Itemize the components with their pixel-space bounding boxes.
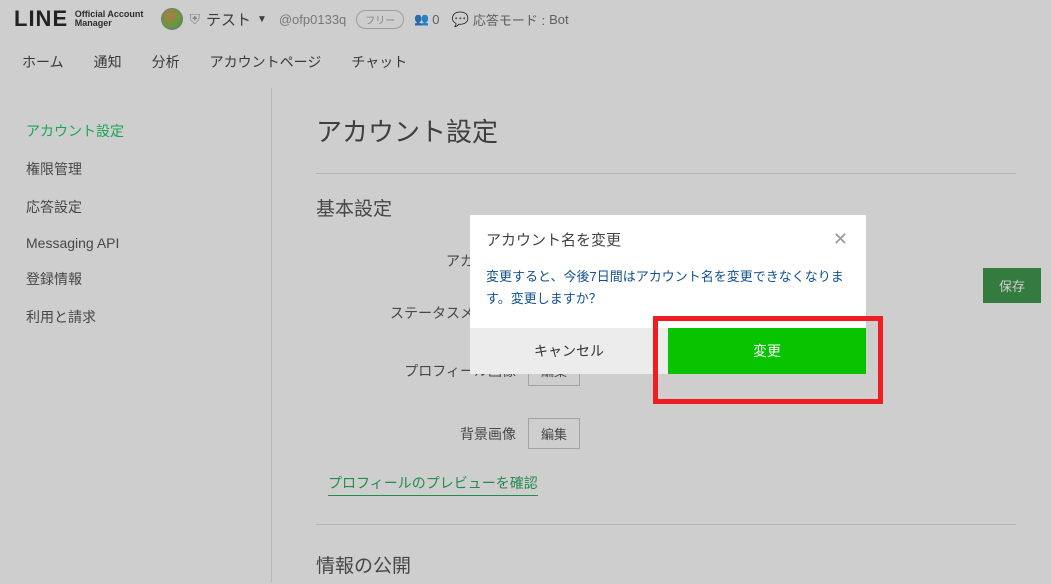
- confirm-modal: アカウント名を変更 ✕ 変更すると、今後7日間はアカウント名を変更できなくなりま…: [470, 215, 866, 374]
- modal-title: アカウント名を変更: [486, 229, 621, 250]
- modal-body: 変更すると、今後7日間はアカウント名を変更できなくなります。変更しますか？: [470, 256, 866, 328]
- cancel-button[interactable]: キャンセル: [470, 328, 668, 374]
- close-icon[interactable]: ✕: [833, 229, 848, 250]
- modal-actions: キャンセル 変更: [470, 328, 866, 374]
- change-button[interactable]: 変更: [668, 328, 866, 374]
